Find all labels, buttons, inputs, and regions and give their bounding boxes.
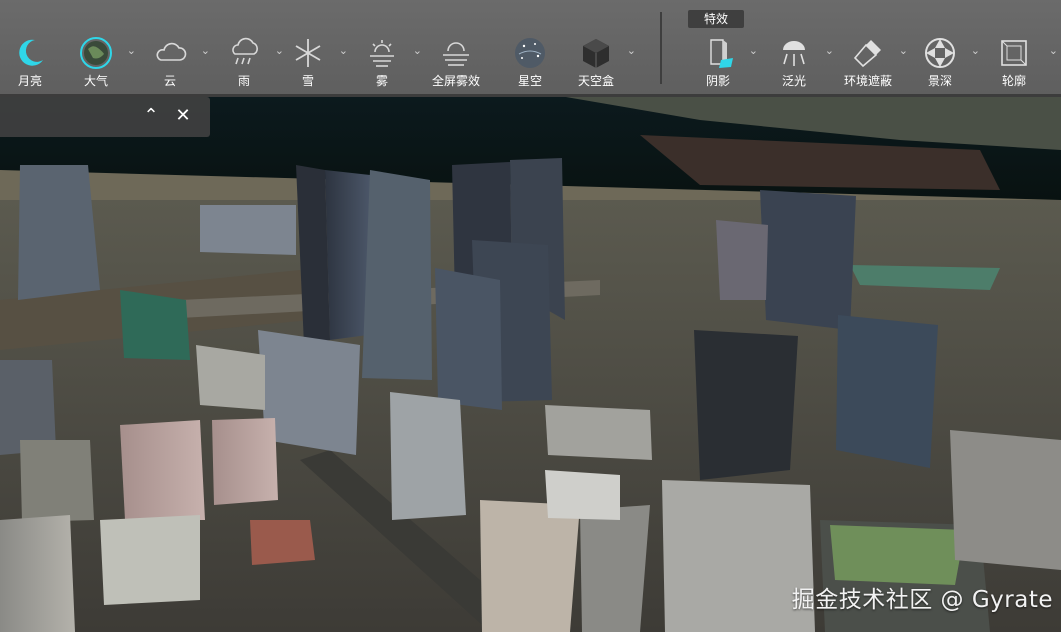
shadow-box-icon xyxy=(710,39,733,68)
cloud-tool-label: 云 xyxy=(163,74,176,88)
snowflake-icon xyxy=(295,39,321,67)
fog-sun-icon xyxy=(370,40,394,67)
skybox-tool[interactable]: 天空盒 ⌄ xyxy=(566,34,636,90)
effects-toolbar: 特效 月亮 大气 ⌄ 云 ⌄ 雨 ⌄ 雪 ⌄ 雾 ⌄ 全屏雾效 星空 天空盒 ⌄… xyxy=(0,0,1061,97)
outline-cube-icon xyxy=(1001,40,1027,66)
depth-of-field-tool[interactable]: 景深 ⌄ xyxy=(910,34,980,90)
floodlight-tool[interactable]: 泛光 ⌄ xyxy=(764,34,834,90)
floodlight-tool-label: 泛光 xyxy=(781,74,806,88)
globe-atmosphere-icon xyxy=(80,37,112,69)
close-panel-icon[interactable]: ✕ xyxy=(172,105,194,127)
starry-globe-icon xyxy=(515,38,545,68)
floodlight-icon xyxy=(783,41,805,66)
fullscreen-fog-tool-label: 全屏雾效 xyxy=(431,74,480,88)
ambient-occlusion-tool[interactable]: 环境遮蔽 ⌄ xyxy=(838,34,908,90)
snow-dropdown-chevron-icon[interactable]: ⌄ xyxy=(339,44,348,57)
starry-sky-tool[interactable]: 星空 xyxy=(500,34,560,90)
outline-dropdown-chevron-icon[interactable]: ⌄ xyxy=(1049,44,1058,57)
effects-section-label: 特效 xyxy=(688,10,744,28)
shadow-tool[interactable]: 阴影 ⌄ xyxy=(688,34,758,90)
fog-tool[interactable]: 雾 ⌄ xyxy=(352,34,422,90)
cloud-tool[interactable]: 云 ⌄ xyxy=(140,34,210,90)
rain-cloud-icon xyxy=(232,37,258,65)
fullscreen-fog-tool[interactable]: 全屏雾效 xyxy=(426,34,486,90)
rain-tool[interactable]: 雨 ⌄ xyxy=(214,34,284,90)
skybox-dropdown-chevron-icon[interactable]: ⌄ xyxy=(627,44,636,57)
atmosphere-tool[interactable]: 大气 ⌄ xyxy=(66,34,136,90)
snow-tool[interactable]: 雪 ⌄ xyxy=(278,34,348,90)
shadow-tool-label: 阴影 xyxy=(705,74,730,88)
floodlight-dropdown-chevron-icon[interactable]: ⌄ xyxy=(825,44,834,57)
ambient-occlusion-tool-label: 环境遮蔽 xyxy=(843,74,892,88)
collapse-panel-chevron-up-icon[interactable]: ⌃ xyxy=(140,105,162,127)
toolbar-divider xyxy=(660,12,662,84)
collapsed-settings-panel: ⌃ ✕ xyxy=(0,97,210,137)
fullscreen-fog-icon xyxy=(443,42,469,66)
fog-tool-label: 雾 xyxy=(375,74,388,88)
skybox-cube-icon xyxy=(583,39,609,68)
watermark-text: 掘金技术社区 @ Gyrate xyxy=(791,587,1053,613)
skybox-tool-label: 天空盒 xyxy=(577,74,614,88)
depth-of-field-dropdown-chevron-icon[interactable]: ⌄ xyxy=(971,44,980,57)
moon-icon xyxy=(19,39,43,66)
cloud-dropdown-chevron-icon[interactable]: ⌄ xyxy=(201,44,210,57)
snow-tool-label: 雪 xyxy=(301,74,314,88)
cloud-icon xyxy=(156,42,187,61)
ambient-occlusion-dropdown-chevron-icon[interactable]: ⌄ xyxy=(899,44,908,57)
outline-tool-label: 轮廓 xyxy=(1001,74,1026,88)
shadow-dropdown-chevron-icon[interactable]: ⌄ xyxy=(749,44,758,57)
outline-tool[interactable]: 轮廓 ⌄ xyxy=(984,34,1058,90)
atmosphere-tool-label: 大气 xyxy=(83,74,108,88)
fog-dropdown-chevron-icon[interactable]: ⌄ xyxy=(413,44,422,57)
atmosphere-dropdown-chevron-icon[interactable]: ⌄ xyxy=(127,44,136,57)
moon-tool[interactable]: 月亮 xyxy=(0,34,60,90)
aperture-icon xyxy=(925,38,955,68)
depth-of-field-tool-label: 景深 xyxy=(927,74,952,88)
flashlight-icon xyxy=(853,40,881,68)
